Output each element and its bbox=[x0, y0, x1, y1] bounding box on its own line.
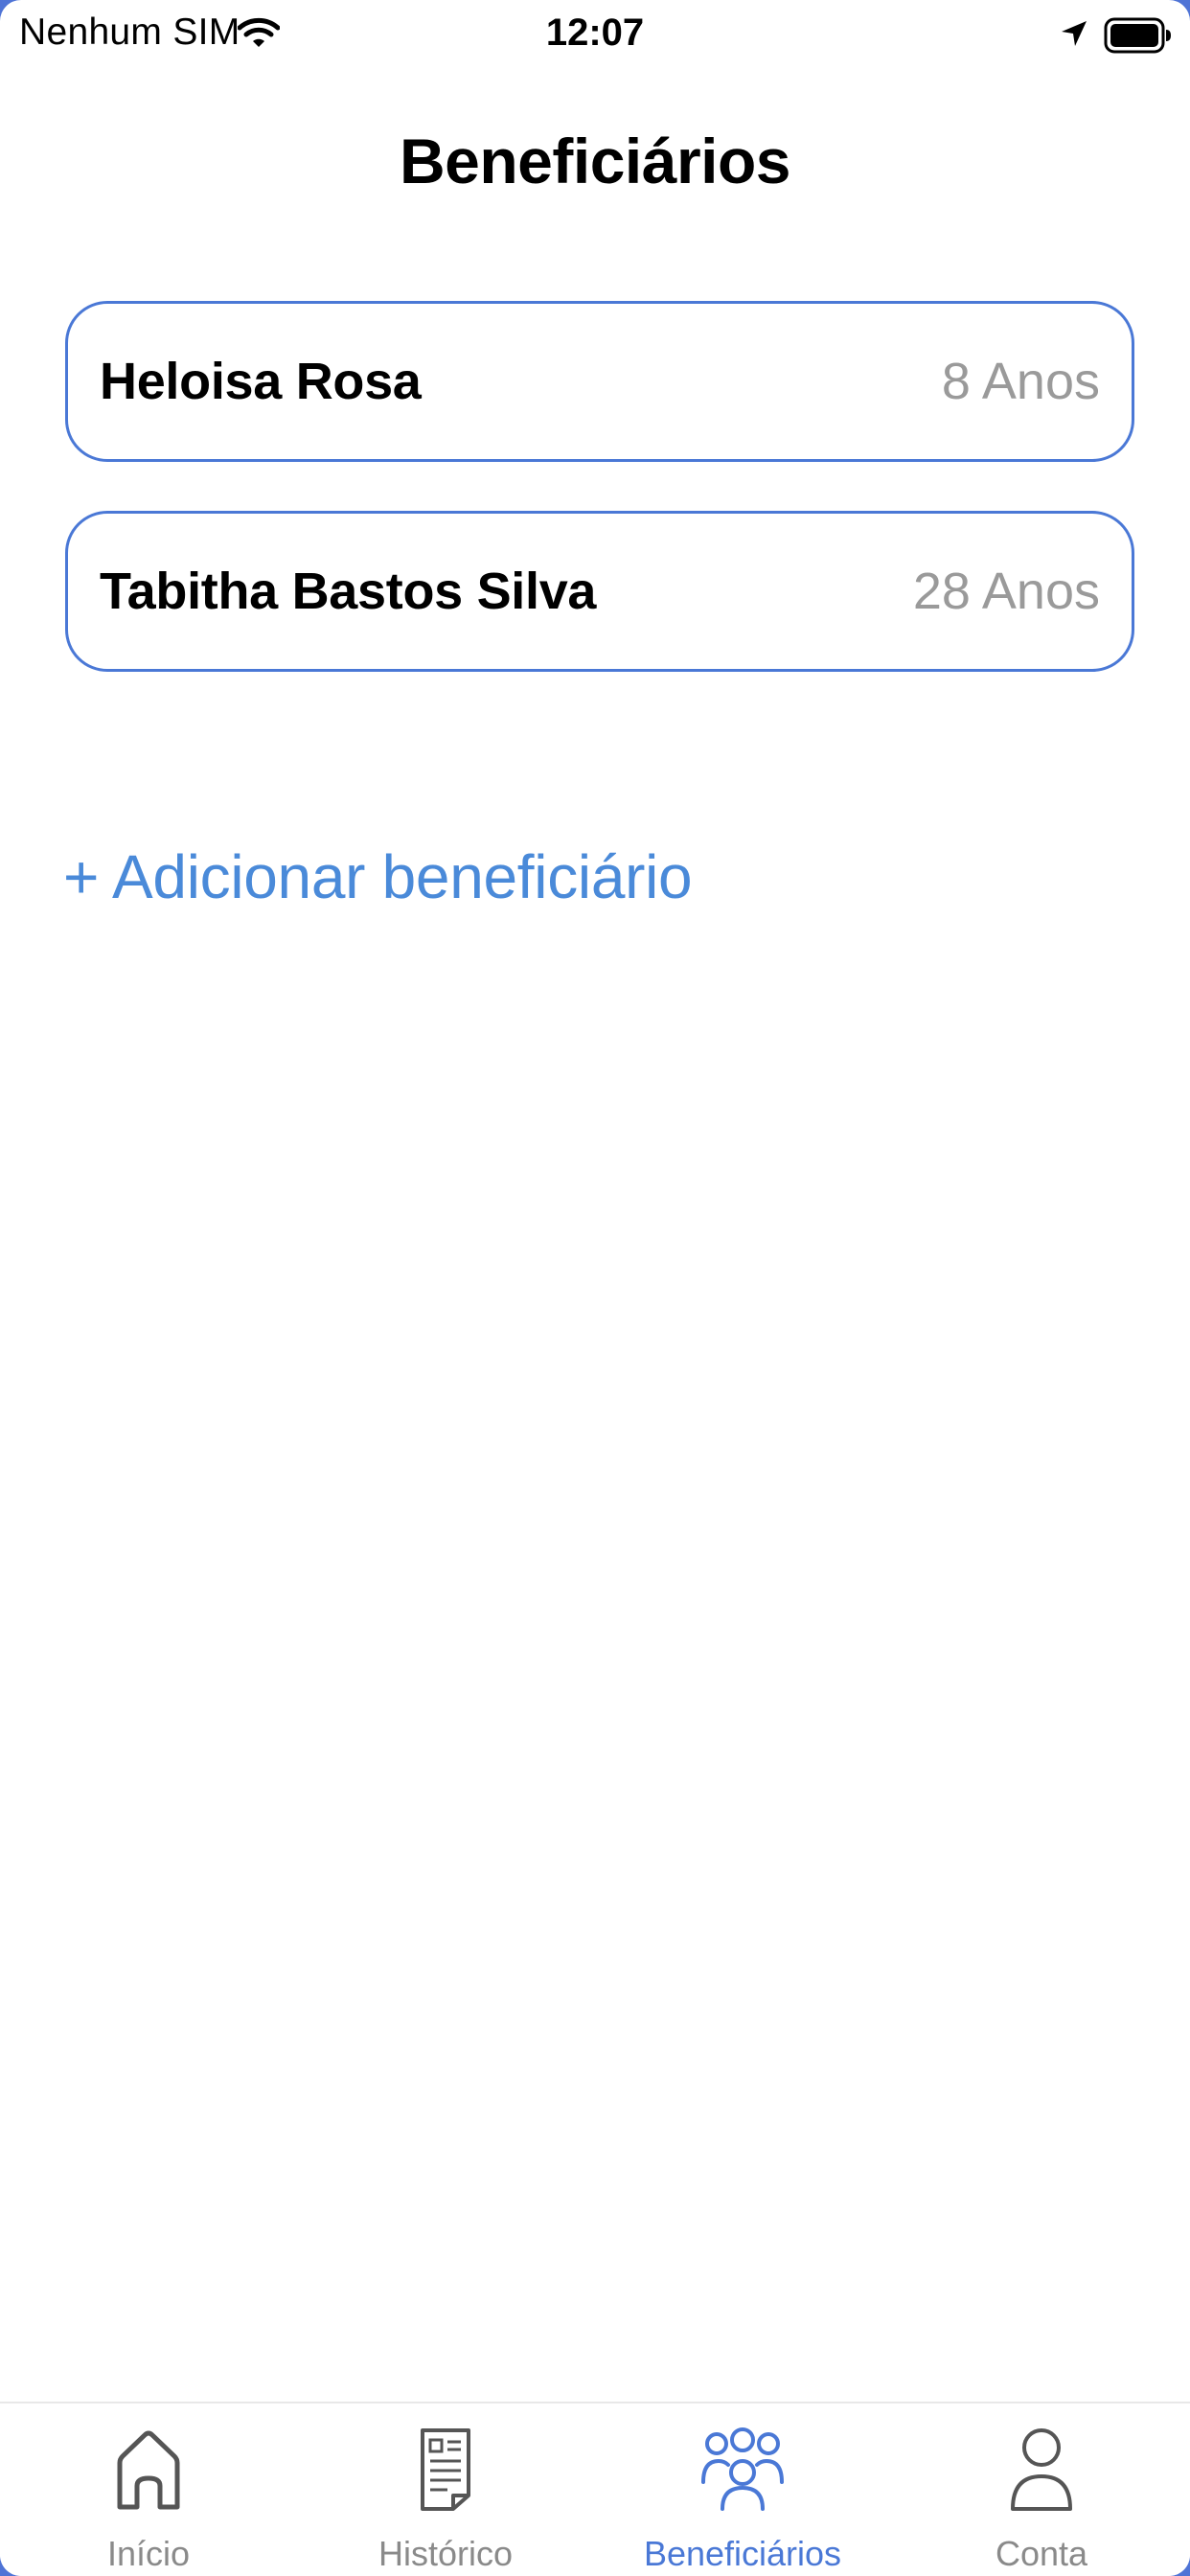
tab-inicio[interactable]: Início bbox=[0, 2404, 297, 2576]
tab-conta[interactable]: Conta bbox=[893, 2404, 1190, 2576]
beneficiary-age: 28 Anos bbox=[912, 563, 1100, 620]
tab-beneficiarios[interactable]: Beneficiários bbox=[594, 2404, 891, 2576]
add-beneficiary-link[interactable]: + Adicionar beneficiário bbox=[63, 841, 693, 912]
beneficiary-card[interactable]: Heloisa Rosa 8 Anos bbox=[65, 301, 1134, 462]
tab-bar: Início Histórico Beneficiários Conta bbox=[0, 2402, 1190, 2576]
beneficiary-name: Tabitha Bastos Silva bbox=[100, 563, 597, 620]
location-arrow-icon bbox=[1060, 19, 1088, 53]
screen: Nenhum SIM 12:07 Beneficiários Heloisa R… bbox=[0, 0, 1190, 2576]
battery-icon bbox=[1104, 17, 1173, 58]
tab-label: Início bbox=[106, 2534, 191, 2573]
clock: 12:07 bbox=[545, 12, 645, 54]
tab-label: Histórico bbox=[378, 2534, 514, 2573]
group-icon bbox=[699, 2426, 786, 2518]
tab-label: Conta bbox=[995, 2534, 1088, 2573]
beneficiary-name: Heloisa Rosa bbox=[100, 353, 422, 410]
tab-historico[interactable]: Histórico bbox=[297, 2404, 594, 2576]
document-icon bbox=[417, 2426, 474, 2518]
user-icon bbox=[1008, 2426, 1075, 2518]
home-icon bbox=[112, 2426, 185, 2518]
status-bar: Nenhum SIM 12:07 bbox=[0, 0, 1190, 73]
page-title: Beneficiários bbox=[400, 126, 791, 196]
beneficiary-card[interactable]: Tabitha Bastos Silva 28 Anos bbox=[65, 511, 1134, 672]
tab-label: Beneficiários bbox=[643, 2534, 842, 2573]
beneficiary-age: 8 Anos bbox=[941, 353, 1100, 410]
